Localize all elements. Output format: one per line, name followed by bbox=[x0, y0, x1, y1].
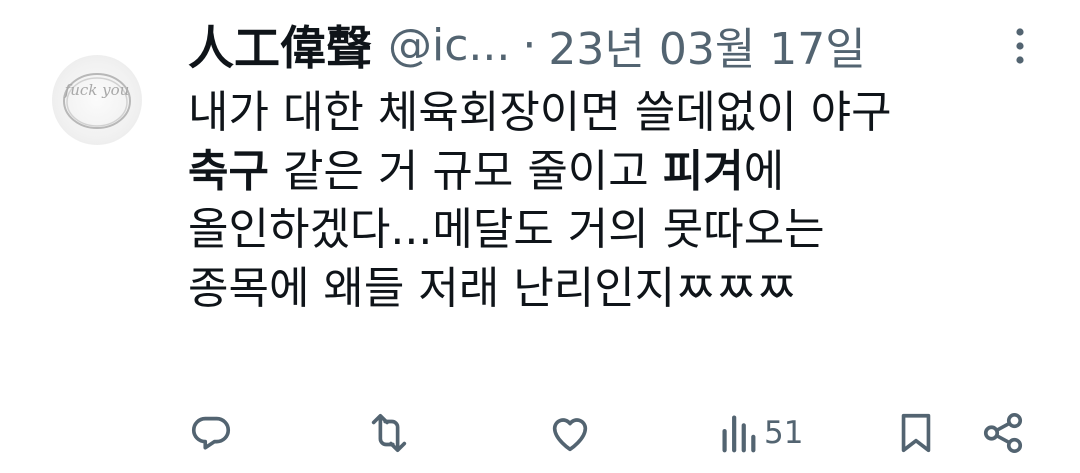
tweet-header: 人工偉聲 @ic... · 23년 03월 17일 bbox=[188, 10, 1058, 80]
avatar[interactable]: fuck you bbox=[52, 55, 142, 145]
text-segment: 종목에 왜들 저래 난리인지ㅉㅉㅉ bbox=[188, 262, 797, 314]
author-name[interactable]: 人工偉聲 bbox=[188, 12, 372, 78]
more-options-icon[interactable] bbox=[1005, 24, 1035, 68]
bookmark-button[interactable] bbox=[896, 410, 936, 456]
text-segment: 에 bbox=[743, 145, 785, 197]
tweet-text: 내가 대한 체육회장이면 쓸데없이 야구 축구 같은 거 규모 줄이고 피겨에 올인… bbox=[188, 84, 1058, 318]
views-count: 51 bbox=[764, 415, 804, 451]
action-bar: 51 bbox=[0, 400, 1080, 464]
share-button[interactable] bbox=[980, 410, 1026, 456]
bold-text-segment: 피겨 bbox=[662, 145, 744, 197]
tweet-date[interactable]: 23년 03월 17일 bbox=[548, 13, 865, 77]
avatar-ring-text-1: fuck you bbox=[64, 81, 130, 99]
share-icon bbox=[983, 412, 1023, 454]
tweet-text-line: 종목에 왜들 저래 난리인지ㅉㅉㅉ bbox=[188, 260, 1058, 319]
reply-icon bbox=[192, 416, 230, 450]
tweet-text-line: 내가 대한 체육회장이면 쓸데없이 야구 bbox=[188, 84, 1058, 143]
views-button[interactable]: 51 bbox=[718, 410, 803, 456]
retweet-icon bbox=[371, 413, 407, 453]
text-segment: 내가 대한 체육회장이면 쓸데없이 야구 bbox=[188, 87, 892, 138]
bookmark-icon bbox=[901, 413, 931, 453]
text-segment: 올인하겠다...메달도 거의 못따오는 bbox=[188, 204, 825, 255]
separator-dot: · bbox=[522, 19, 537, 71]
heart-icon bbox=[552, 418, 588, 452]
views-chart-icon bbox=[722, 415, 756, 453]
bold-text-segment: 축구 bbox=[188, 145, 269, 197]
ring-image-icon: fuck you bbox=[63, 73, 131, 129]
tweet-text-line: 축구 같은 거 규모 줄이고 피겨에 bbox=[188, 143, 1058, 202]
text-segment: 같은 거 규모 줄이고 bbox=[268, 145, 663, 197]
like-button[interactable] bbox=[546, 410, 594, 456]
author-handle[interactable]: @ic... bbox=[388, 20, 510, 71]
tweet-text-line: 올인하겠다...메달도 거의 못따오는 bbox=[188, 201, 1058, 260]
retweet-button[interactable] bbox=[364, 410, 414, 456]
reply-button[interactable] bbox=[188, 410, 234, 456]
